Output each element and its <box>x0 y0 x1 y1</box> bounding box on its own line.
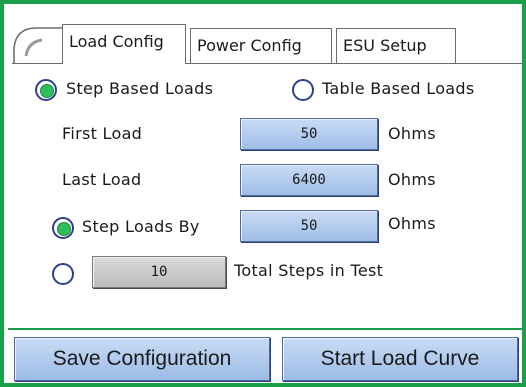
first-load-unit: Ohms <box>388 124 436 143</box>
last-load-label: Last Load <box>62 170 142 189</box>
total-steps-radio[interactable] <box>52 263 74 285</box>
total-steps-label: Total Steps in Test <box>234 261 384 280</box>
last-load-unit: Ohms <box>388 170 436 189</box>
step-loads-by-label: Step Loads By <box>82 217 200 236</box>
total-steps-field[interactable]: 10 <box>92 256 226 288</box>
first-load-label: First Load <box>62 124 143 143</box>
back-tab[interactable] <box>12 26 70 64</box>
step-loads-by-radio[interactable] <box>52 217 74 239</box>
step-based-radio[interactable] <box>35 79 57 101</box>
start-load-curve-button[interactable]: Start Load Curve <box>282 337 518 381</box>
save-configuration-button[interactable]: Save Configuration <box>14 337 270 381</box>
last-load-field[interactable]: 6400 <box>240 164 378 196</box>
table-based-radio[interactable] <box>292 79 314 101</box>
step-based-label: Step Based Loads <box>66 79 214 98</box>
tab-esu-setup[interactable]: ESU Setup <box>336 28 456 64</box>
step-loads-by-unit: Ohms <box>388 214 436 233</box>
tab-power-config[interactable]: Power Config <box>190 28 332 64</box>
table-based-label: Table Based Loads <box>322 79 475 98</box>
button-bar-divider <box>8 328 526 330</box>
tab-load-config[interactable]: Load Config <box>62 24 186 64</box>
config-panel: Load Config Power Config ESU Setup Step … <box>0 0 526 387</box>
first-load-field[interactable]: 50 <box>240 118 378 150</box>
step-loads-by-field[interactable]: 50 <box>240 210 378 242</box>
